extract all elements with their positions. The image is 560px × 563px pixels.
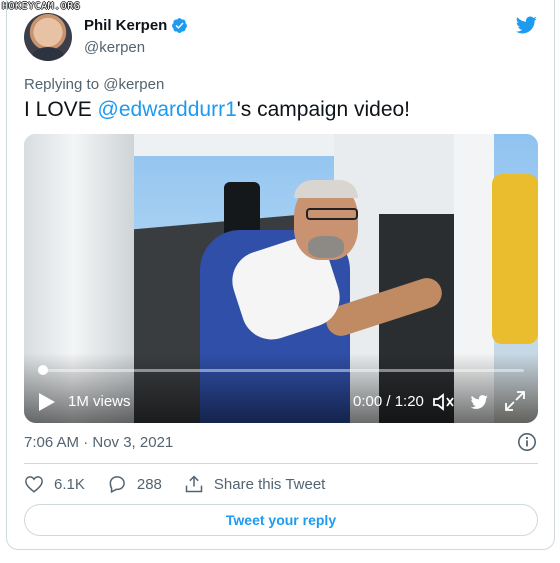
play-icon[interactable] (38, 392, 56, 412)
tweet-text: I LOVE @edwarddurr1's campaign video! (24, 98, 410, 122)
replying-to-handle[interactable]: @kerpen (103, 76, 164, 93)
video-time: 0:00 / 1:20 (353, 393, 424, 410)
twitter-bird-icon[interactable] (468, 393, 490, 411)
volume-icon[interactable] (432, 392, 456, 412)
tweet-timestamp[interactable]: 7:06 AM · Nov 3, 2021 (24, 434, 173, 451)
share-icon (185, 475, 203, 493)
video-progress-bar[interactable] (38, 369, 524, 372)
tweet-your-reply-button[interactable]: Tweet your reply (24, 504, 538, 536)
video-scrubber-handle[interactable] (38, 365, 48, 375)
mention-link[interactable]: @edwarddurr1 (98, 98, 237, 121)
share-button[interactable]: Share this Tweet (184, 474, 325, 494)
reply-icon (109, 476, 125, 494)
avatar[interactable] (24, 13, 72, 61)
like-button[interactable]: 6.1K (24, 475, 85, 493)
author-name-row[interactable]: Phil Kerpen (84, 17, 188, 34)
replying-to: Replying to @kerpen (24, 76, 164, 93)
tweet-text-suffix: 's campaign video! (236, 98, 411, 121)
author-handle[interactable]: @kerpen (84, 39, 145, 56)
video-views: 1M views (68, 393, 131, 410)
share-label: Share this Tweet (213, 475, 326, 493)
divider (24, 463, 538, 464)
heart-icon (25, 476, 43, 493)
info-icon[interactable] (517, 432, 537, 452)
tweet-text-prefix: I LOVE (24, 98, 98, 121)
reply-button[interactable]: 288 (107, 474, 162, 494)
reply-count: 288 (136, 475, 162, 493)
replying-to-label: Replying to (24, 76, 100, 93)
verified-badge-icon (172, 18, 188, 33)
expand-icon[interactable] (504, 390, 526, 412)
like-count: 6.1K (54, 475, 85, 493)
video-player[interactable]: 1M views 0:00 / 1:20 (24, 134, 538, 423)
twitter-bird-icon[interactable] (513, 14, 539, 36)
author-name[interactable]: Phil Kerpen (84, 17, 167, 34)
tweet-actions: 6.1K 288 Share this Tweet (24, 473, 347, 495)
